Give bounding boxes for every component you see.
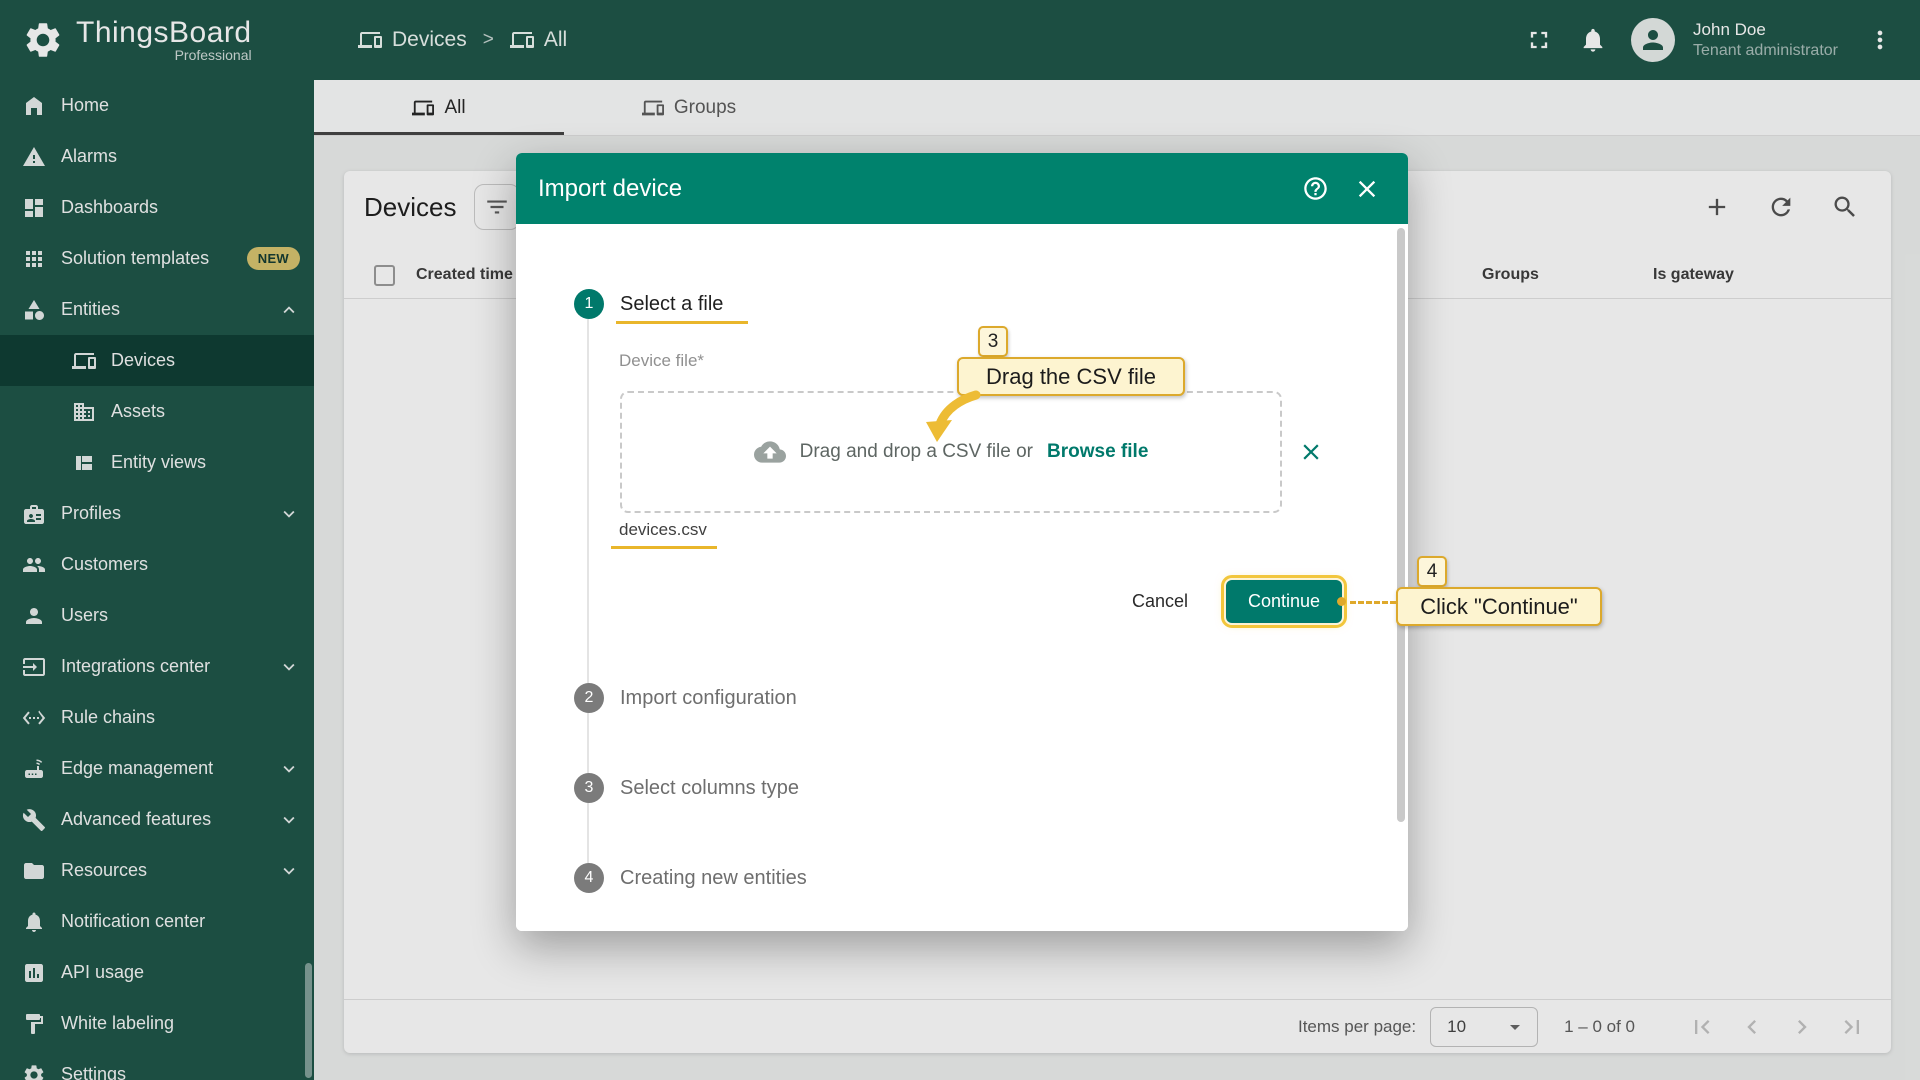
cancel-button[interactable]: Cancel: [1101, 580, 1219, 623]
step-label: Creating new entities: [620, 867, 807, 890]
step-number-badge: 3: [574, 773, 604, 803]
annotation-click-continue-label: Click "Continue": [1396, 587, 1602, 626]
annotation-connector-dot: [1337, 597, 1346, 606]
step-1-select-a-file[interactable]: 1 Select a file: [574, 289, 723, 319]
close-icon: [1353, 175, 1381, 203]
dropzone-text: Drag and drop a CSV file or: [800, 441, 1033, 463]
annotation-step-3-badge: 3: [978, 326, 1008, 357]
annotation-step-4-badge: 4: [1417, 556, 1447, 587]
step-2-import-configuration[interactable]: 2 Import configuration: [574, 683, 797, 713]
annotation-drag-csv-label: Drag the CSV file: [957, 357, 1185, 396]
step-3-select-columns-type[interactable]: 3 Select columns type: [574, 773, 799, 803]
annotation-underline-step: [616, 321, 748, 324]
dialog-close-button[interactable]: [1348, 170, 1386, 208]
dialog-header: Import device: [516, 153, 1408, 224]
step-4-creating-new-entities[interactable]: 4 Creating new entities: [574, 863, 807, 893]
step-label: Select columns type: [620, 777, 799, 800]
step-number-badge: 2: [574, 683, 604, 713]
selected-file-name: devices.csv: [619, 520, 707, 540]
clear-file-button[interactable]: [1294, 435, 1328, 469]
clear-icon: [1298, 439, 1324, 465]
step-number-badge: 4: [574, 863, 604, 893]
help-icon: [1302, 175, 1329, 202]
browse-file-link[interactable]: Browse file: [1047, 441, 1148, 463]
device-file-label: Device file*: [619, 351, 704, 371]
annotation-arrow-icon: [922, 390, 984, 444]
annotation-underline-file: [611, 546, 717, 549]
help-button[interactable]: [1296, 170, 1334, 208]
dialog-body: 1 Select a file 2 Import configuration 3 Sele…: [516, 224, 1408, 931]
step-number-badge: 1: [574, 289, 604, 319]
step-label: Import configuration: [620, 687, 797, 710]
screen: ThingsBoard Professional Devices > All J…: [0, 0, 1920, 1080]
dialog-scrollbar[interactable]: [1397, 228, 1405, 822]
continue-button[interactable]: Continue: [1226, 580, 1342, 623]
dialog-title: Import device: [538, 175, 1296, 203]
import-device-dialog: Import device 1 Select a file 2 Import conf…: [516, 153, 1408, 931]
annotation-connector-line: [1350, 601, 1396, 604]
step-label: Select a file: [620, 293, 723, 316]
cloud-upload-icon: [754, 436, 786, 468]
